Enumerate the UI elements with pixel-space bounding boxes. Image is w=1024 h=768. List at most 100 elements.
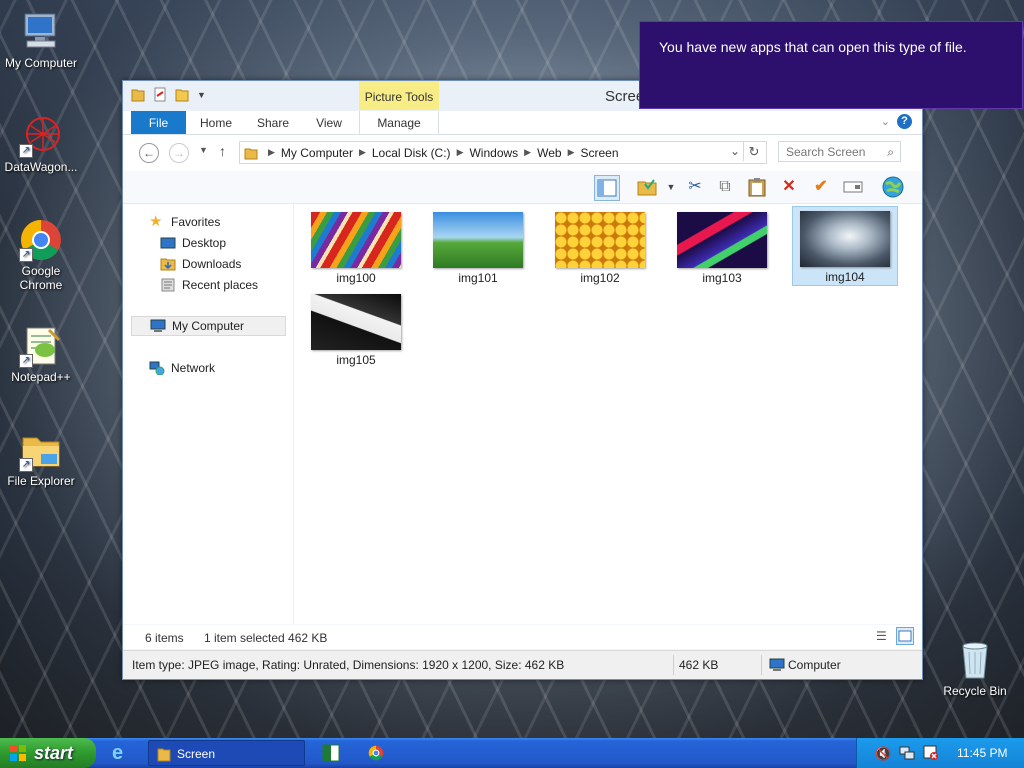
thumbnail-image (555, 212, 645, 268)
desktop-icon-notepad-plus-plus[interactable]: ↗ Notepad++ (0, 324, 82, 384)
select-folder-icon[interactable] (635, 175, 659, 199)
file-size: 462 KB (679, 658, 719, 672)
address-row: ← → ▼ ↑ ▶ My Computer ▶ Local Disk (C:) … (123, 135, 922, 171)
app-notification-toast[interactable]: You have new apps that can open this typ… (639, 21, 1023, 109)
chevron-right-icon: ▶ (358, 147, 366, 157)
shortcut-arrow-icon: ↗ (19, 354, 33, 368)
item-count: 6 items (145, 631, 184, 645)
desktop-icon-label: File Explorer (7, 474, 75, 488)
nav-item-downloads[interactable]: Downloads (160, 254, 241, 274)
action-center-alert-icon[interactable] (923, 745, 939, 764)
tab-view[interactable]: View (307, 111, 351, 134)
refresh-icon[interactable]: ↻ (743, 142, 764, 161)
nav-item-label: Downloads (182, 257, 242, 271)
folder-icon (157, 748, 171, 762)
file-item-img102[interactable]: img102 (548, 208, 652, 285)
quick-access-toolbar: ▼ (131, 87, 206, 102)
ribbon-tabs: File Home Share View Manage ⌄ ? (123, 111, 922, 135)
chevron-down-icon[interactable]: ⌄ (881, 115, 890, 128)
location-info: Computer (769, 658, 841, 672)
desktop-icon-google-chrome[interactable]: ↗ Google Chrome (0, 218, 82, 292)
star-icon: ★ (149, 213, 163, 230)
tab-manage[interactable]: Manage (359, 111, 439, 134)
selection-info: 1 item selected 462 KB (204, 631, 328, 645)
search-placeholder: Search Screen (786, 145, 866, 159)
nav-item-my-computer[interactable]: My Computer (131, 316, 286, 336)
thumbnail-image (800, 211, 890, 267)
breadcrumb-segment[interactable]: My Computer (281, 146, 353, 160)
help-icon[interactable]: ? (897, 114, 912, 129)
internet-explorer-icon[interactable]: e (112, 741, 134, 765)
breadcrumb-segment[interactable]: Local Disk (C:) (372, 146, 451, 160)
paste-clipboard-icon[interactable] (745, 175, 769, 199)
breadcrumb-segment[interactable]: Screen (580, 146, 618, 160)
spreadsheet-app-icon[interactable] (322, 741, 340, 765)
start-label: start (34, 743, 74, 763)
details-view-icon[interactable]: ☰ (876, 629, 892, 645)
file-item-img105[interactable]: img105 (304, 290, 408, 367)
nav-item-label: Recent places (182, 278, 259, 292)
desktop-icon-label: Notepad++ (11, 370, 71, 384)
tab-home[interactable]: Home (193, 111, 239, 134)
tab-share[interactable]: Share (249, 111, 297, 134)
folder-icon[interactable] (131, 87, 145, 102)
file-item-img104[interactable]: img104 (792, 206, 898, 286)
desktop-icon-recycle-bin[interactable]: Recycle Bin (934, 638, 1016, 698)
file-name: img104 (825, 270, 865, 284)
nav-item-network[interactable]: Network (149, 358, 215, 378)
file-list[interactable]: img100 img101 img102 img103 img104 img10… (294, 204, 922, 624)
desktop-icon-label: DataWagon... (4, 160, 78, 174)
nav-item-recent-places[interactable]: Recent places (160, 275, 258, 295)
desktop-icon-label: Google Chrome (19, 264, 63, 292)
file-name: img105 (336, 353, 376, 367)
search-input[interactable]: Search Screen ⌕ (778, 141, 901, 162)
desktop-icon-file-explorer[interactable]: ↗ File Explorer (0, 428, 82, 488)
explorer-window[interactable]: ▼ Picture Tools Screen File Home Share V… (122, 80, 923, 680)
address-bar[interactable]: ▶ My Computer ▶ Local Disk (C:) ▶ Window… (239, 141, 767, 164)
large-icons-view-icon[interactable] (896, 627, 914, 645)
volume-muted-icon[interactable]: 🔇 (875, 746, 891, 762)
chevron-right-icon: ▶ (268, 147, 275, 157)
start-button[interactable]: start (0, 738, 96, 768)
delete-x-icon[interactable]: ✕ (777, 175, 801, 199)
file-name: img102 (580, 271, 620, 285)
folder-icon: ↗ (19, 428, 63, 472)
globe-icon[interactable] (881, 175, 905, 199)
breadcrumb-segment[interactable]: Web (537, 146, 561, 160)
taskbar-item-screen[interactable]: Screen (148, 740, 305, 766)
desktop-icon-label: My Computer (4, 56, 78, 70)
network-status-icon[interactable] (899, 745, 915, 764)
chevron-down-icon[interactable]: ▼ (197, 90, 206, 100)
recycle-bin-icon (953, 638, 997, 682)
preview-pane-icon[interactable] (594, 175, 620, 201)
nav-item-desktop[interactable]: Desktop (160, 233, 226, 253)
nav-item-favorites[interactable]: ★ Favorites (149, 212, 220, 232)
file-item-img100[interactable]: img100 (304, 208, 408, 285)
chevron-down-icon[interactable]: ▼ (199, 145, 208, 155)
tab-file[interactable]: File (131, 111, 186, 134)
clock[interactable]: 11:45 PM (957, 746, 1007, 760)
chrome-icon[interactable] (368, 741, 386, 765)
file-item-img103[interactable]: img103 (670, 208, 774, 285)
checkmark-icon[interactable]: ✔ (809, 175, 833, 199)
file-item-img101[interactable]: img101 (426, 208, 530, 285)
chevron-down-icon[interactable]: ⌄ (730, 144, 740, 158)
up-arrow-icon[interactable]: ↑ (219, 143, 226, 159)
copy-icon[interactable]: ⧉ (713, 175, 737, 199)
notepad-plus-plus-icon: ↗ (19, 324, 63, 368)
status-line: 6 items 1 item selected 462 KB ☰ (123, 625, 922, 649)
desktop-icon-datawagon[interactable]: ↗ DataWagon... (0, 114, 82, 174)
recent-places-icon (161, 278, 175, 292)
chevron-down-icon[interactable]: ▼ (659, 175, 683, 199)
navigation-pane: ★ Favorites Desktop Downloads Recent pla… (123, 204, 294, 624)
cut-scissors-icon[interactable]: ✂ (683, 175, 707, 199)
properties-icon[interactable] (153, 87, 167, 102)
datawagon-icon: ↗ (19, 114, 63, 158)
rename-field-icon[interactable] (841, 175, 865, 199)
desktop-icon-my-computer[interactable]: My Computer (0, 10, 82, 70)
breadcrumb-segment[interactable]: Windows (469, 146, 518, 160)
back-arrow-icon[interactable]: ← (139, 143, 159, 163)
forward-arrow-icon[interactable]: → (169, 143, 189, 163)
new-folder-icon[interactable] (175, 87, 189, 102)
thumbnail-image (433, 212, 523, 268)
